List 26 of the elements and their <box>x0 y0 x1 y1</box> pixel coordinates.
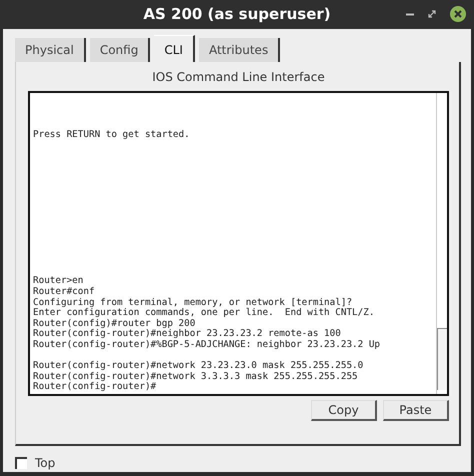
terminal-line: Router(config-router)#%BGP-5-ADJCHANGE: neighbor 23.23.23.2 Up <box>33 340 382 351</box>
checkbox-label[interactable]: Top <box>35 454 56 472</box>
terminal-line: Configuring from terminal, memory, or network [terminal]? <box>33 298 354 308</box>
tab[interactable]: CLI <box>154 35 195 62</box>
terminal-line: Router(config-router)#neighbor 23.23.23.2 remote-as 100 <box>33 329 342 340</box>
action-button[interactable]: Paste <box>383 400 449 421</box>
terminal-console[interactable] <box>28 91 449 396</box>
terminal-line: Enter configuration commands, one per line. End with CNTL/Z. <box>33 308 376 319</box>
terminal-line: Router(config-router)# <box>33 382 158 393</box>
window-title: AS 200 (as superuser) <box>143 4 331 26</box>
close-icon[interactable] <box>450 6 466 22</box>
terminal-line: Router(config-router)#network 23.23.23.0 mask 255.255.255.0 <box>33 361 364 372</box>
terminal-line: Press RETURN to get started. <box>33 130 191 141</box>
tab[interactable]: Attributes <box>198 38 280 62</box>
terminal-line: Router>en <box>33 276 84 287</box>
action-button[interactable]: Copy <box>311 400 377 421</box>
terminal-line: Router(config)#router bgp 200 <box>33 318 196 329</box>
terminal-line: Router#conf <box>33 287 96 298</box>
scrollbar-thumb[interactable] <box>437 328 447 390</box>
tab[interactable]: Physical <box>15 38 86 62</box>
terminal-line: Router(config-router)#network 3.3.3.3 mask 255.255.255.255 <box>33 372 359 382</box>
minimize-icon[interactable] <box>406 12 414 16</box>
tab[interactable]: Config <box>90 38 150 62</box>
maximize-icon[interactable] <box>428 10 436 18</box>
checkbox[interactable] <box>15 457 27 469</box>
panel-title: IOS Command Line Interface <box>151 69 326 86</box>
